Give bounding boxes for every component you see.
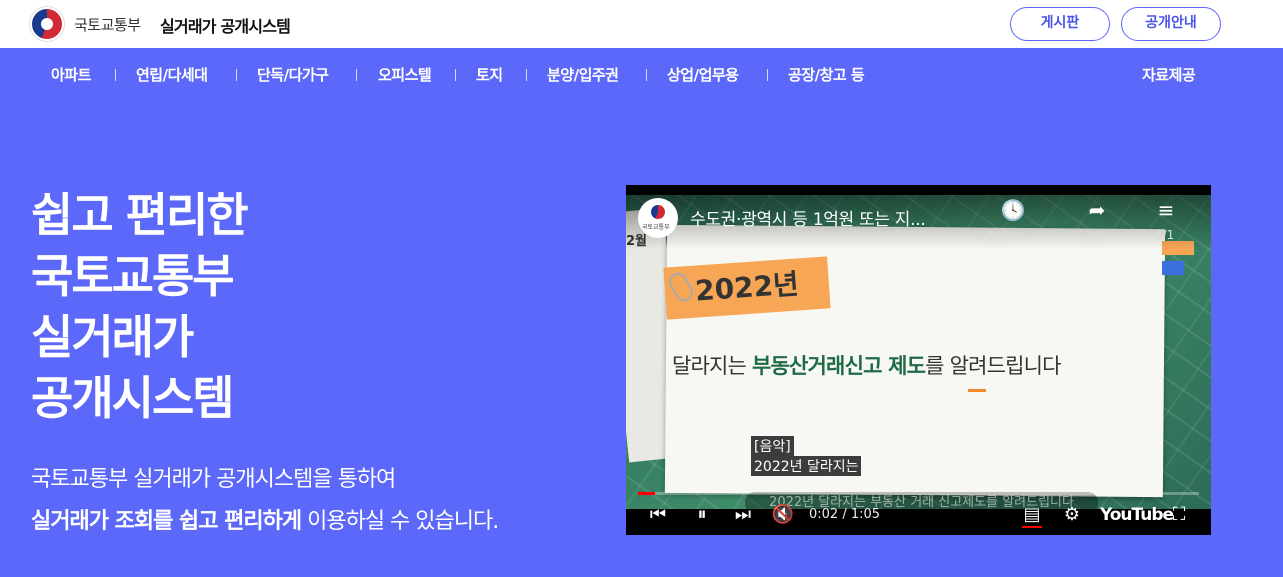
share-label[interactable]: 공유	[1083, 228, 1105, 245]
caption-line: 2022년 달라지는	[751, 456, 862, 476]
nav-item-detached-house[interactable]: 단독/다가구	[257, 64, 329, 85]
nav-item-factory[interactable]: 공장/창고 등	[788, 64, 865, 85]
subtitles-icon[interactable]: ▤	[1019, 503, 1045, 527]
hero-subtitle-rest: 이용하실 수 있습니다.	[301, 509, 499, 534]
previous-icon[interactable]: ⏮	[645, 503, 671, 527]
sticky-note	[1162, 261, 1184, 275]
nav-item-row-house[interactable]: 연립/다세대	[136, 64, 208, 85]
channel-logo-text: 국토교통부	[642, 224, 670, 231]
nav-item-data-provision[interactable]: 자료제공	[1142, 64, 1196, 85]
hero-subtitle-line1: 국토교통부 실거래가 공개시스템을 통하여	[31, 467, 396, 492]
hero-title-line: 국토교통부	[31, 249, 235, 303]
board-button[interactable]: 게시판	[1010, 7, 1110, 41]
nav-item-commercial[interactable]: 상업/업무용	[667, 64, 739, 85]
nav-divider	[455, 69, 456, 81]
nav-divider	[646, 69, 647, 81]
ministry-name[interactable]: 국토교통부	[74, 14, 141, 35]
caption-line: [음악]	[751, 436, 794, 456]
nav-item-officetel[interactable]: 오피스텔	[378, 64, 432, 85]
nav-divider	[526, 69, 527, 81]
channel-logo-icon[interactable]	[638, 198, 678, 238]
top-header: 국토교통부 실거래가 공개시스템 게시판 공개안내	[0, 0, 1283, 48]
hero-title: 쉽고 편리한 국토교통부 실거래가 공개시스템	[31, 185, 249, 429]
playlist-count[interactable]: 1/1	[1155, 228, 1174, 242]
video-headline-pre: 달라지는	[672, 354, 752, 378]
subtitles-active-indicator	[1022, 526, 1042, 528]
nav-item-land[interactable]: 토지	[476, 64, 503, 85]
pause-icon[interactable]: ⏸	[689, 503, 715, 527]
progress-fill	[638, 492, 655, 495]
guide-button[interactable]: 공개안내	[1121, 7, 1221, 41]
share-icon[interactable]: ➦	[1082, 198, 1112, 222]
ministry-emblem-icon[interactable]	[30, 7, 64, 41]
hero-title-line: 실거래가	[31, 310, 194, 364]
video-title[interactable]: 수도권·광역시 등 1억원 또는 지...	[690, 205, 926, 230]
watch-later-label[interactable]: 나중에 시...	[974, 228, 1033, 245]
caption-faint: 2022년 달라지는 부동산 거래 신고제도를 알려드립니다	[745, 492, 1098, 514]
nav-divider	[767, 69, 768, 81]
nav-item-apartment[interactable]: 아파트	[51, 64, 91, 85]
hero-title-line: 쉽고 편리한	[31, 188, 249, 242]
time-display: 0:02 / 1:05	[809, 507, 881, 522]
hero-subtitle-bold: 실거래가 조회를 쉽고 편리하게	[31, 509, 302, 534]
video-headline-bold: 부동산거래신고 제도	[751, 354, 926, 378]
video-headline-post: 를 알려드립니다	[925, 354, 1061, 378]
watch-later-icon[interactable]: 🕓	[998, 198, 1028, 222]
progress-bar[interactable]	[638, 492, 1199, 495]
youtube-logo[interactable]: YouTube	[1100, 505, 1174, 525]
video-headline: 달라지는 부동산거래신고 제도를 알려드립니다	[672, 350, 1061, 380]
next-icon[interactable]: ⏭	[730, 503, 756, 527]
hero-subtitle-line2: 실거래가 조회를 쉽고 편리하게 이용하실 수 있습니다.	[31, 503, 499, 535]
nav-item-presale[interactable]: 분양/입주권	[547, 64, 619, 85]
decorative-dash	[968, 389, 986, 392]
fullscreen-icon[interactable]: ⛶	[1166, 503, 1192, 527]
hero-title-line: 공개시스템	[31, 371, 235, 425]
playlist-icon[interactable]: ≡	[1151, 198, 1181, 222]
mute-icon[interactable]: 🔇	[770, 503, 796, 527]
settings-icon[interactable]: ⚙	[1059, 503, 1085, 527]
main-nav: 아파트 연립/다세대 단독/다가구 오피스텔 토지 분양/입주권 상업/업무용 …	[0, 48, 1283, 100]
system-name[interactable]: 실거래가 공개시스템	[160, 13, 291, 37]
nav-divider	[356, 69, 357, 81]
nav-divider	[236, 69, 237, 81]
nav-divider	[115, 69, 116, 81]
